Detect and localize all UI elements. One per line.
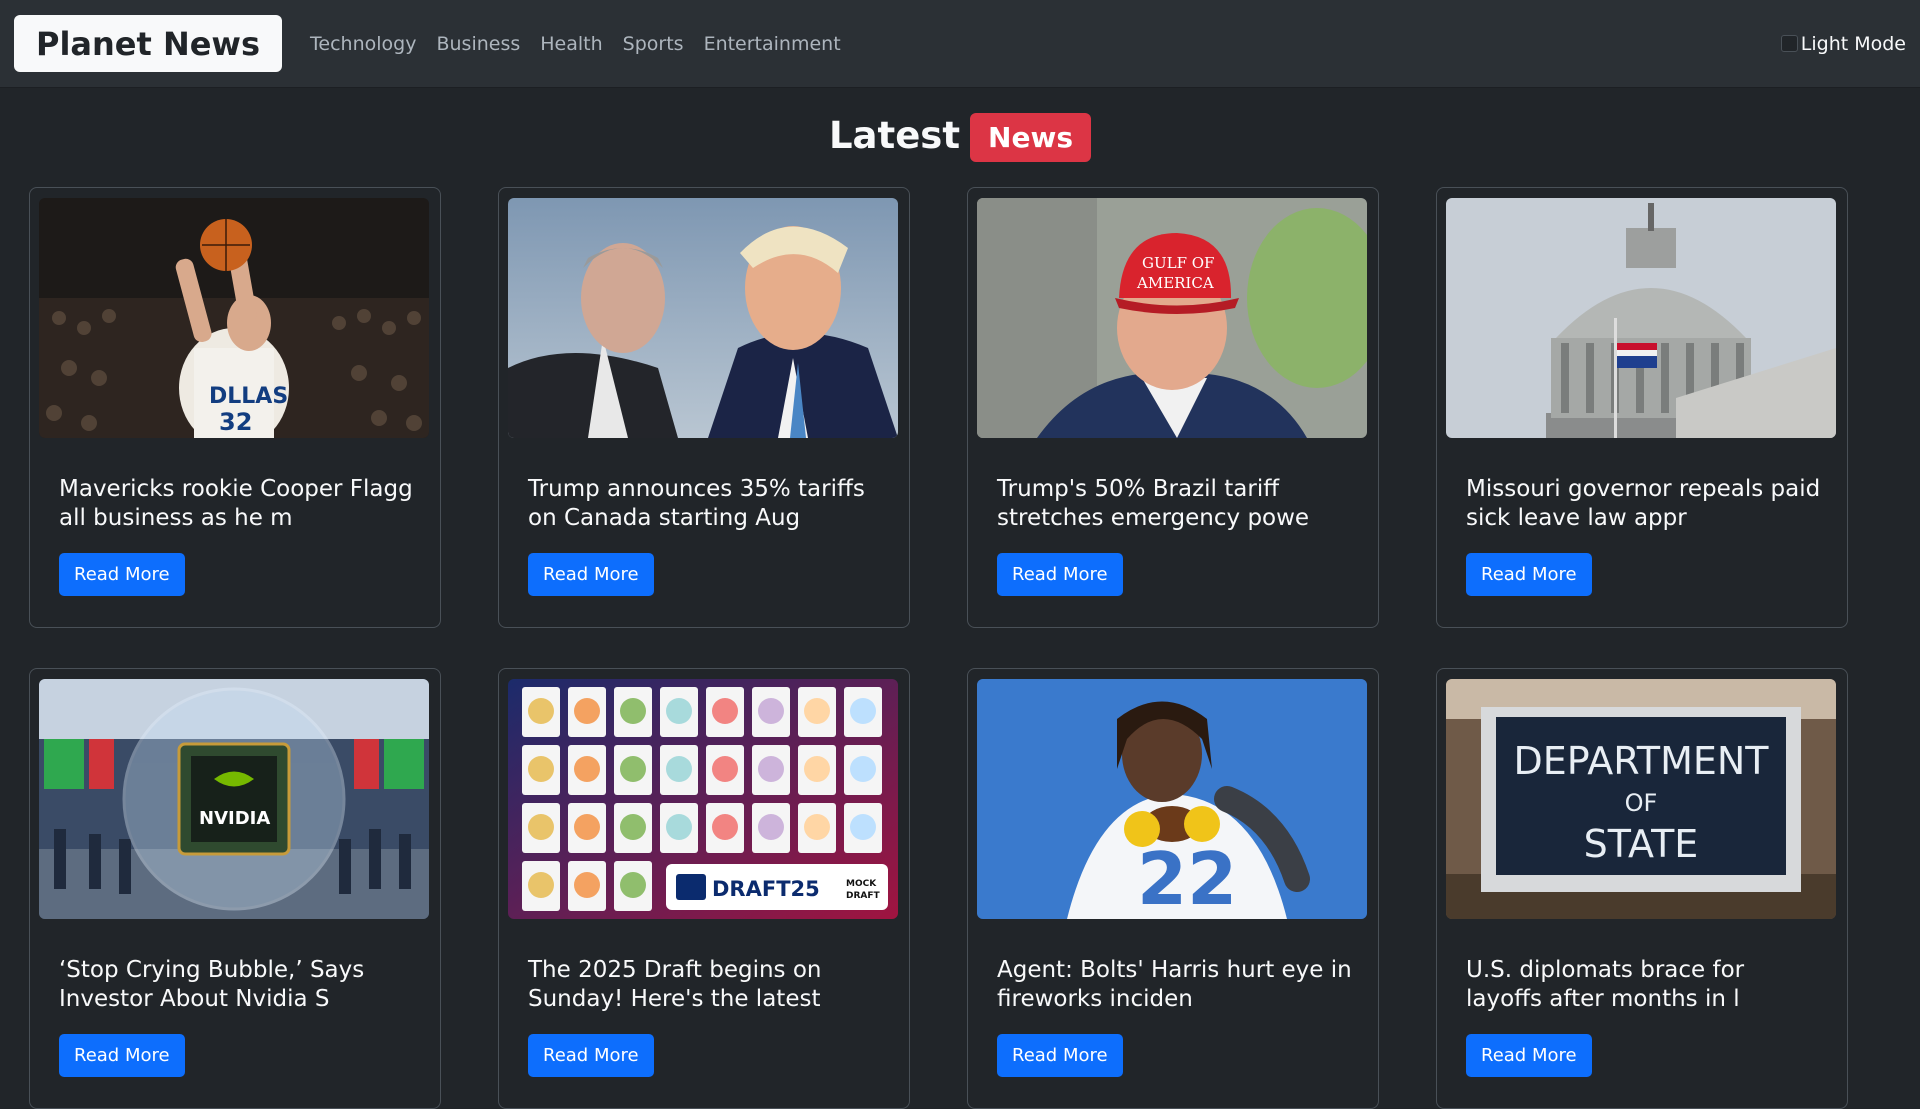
card-title[interactable]: Mavericks rookie Cooper Flagg all busine…	[59, 475, 419, 533]
draft-player-face	[574, 814, 600, 840]
card-title[interactable]: U.S. diplomats brace for layoffs after m…	[1466, 956, 1826, 1014]
heading-badge: News	[970, 112, 1091, 162]
sign-line-1: DEPARTMENT	[1513, 739, 1769, 783]
read-more-button[interactable]: Read More	[1466, 553, 1592, 596]
draft-player-face	[712, 756, 738, 782]
svg-text:GULF OF: GULF OF	[1142, 254, 1214, 272]
svg-text:DRAFT: DRAFT	[846, 891, 881, 901]
news-card: GULF OF AMERICA Trump's 50% Brazil tarif…	[967, 187, 1379, 628]
news-card: DEPARTMENT OF STATE U.S. diplomats brace…	[1436, 668, 1848, 1109]
draft-player-face	[574, 698, 600, 724]
draft-player-face	[804, 756, 830, 782]
page-heading: Latest News	[0, 110, 1920, 162]
news-card: 22 Agent: Bolts' Harris hurt eye in fire…	[967, 668, 1379, 1109]
news-card: DRAFT25 MOCK DRAFT The 2025 Draft begins…	[498, 668, 910, 1109]
nav-link-technology[interactable]: Technology	[300, 33, 426, 55]
nvidia-logo-text: NVIDIA	[199, 808, 270, 829]
read-more-button[interactable]: Read More	[528, 1034, 654, 1077]
navbar: Planet News Technology Business Health S…	[0, 0, 1920, 88]
draft-player-face	[758, 756, 784, 782]
news-card: Missouri governor repeals paid sick leav…	[1436, 187, 1848, 628]
draft-player-face	[574, 872, 600, 898]
light-mode-toggle[interactable]: Light Mode	[1780, 32, 1906, 55]
draft-player-face	[666, 756, 692, 782]
draft-player-face	[666, 698, 692, 724]
department-of-state-sign-photo[interactable]: DEPARTMENT OF STATE	[1446, 679, 1836, 919]
nav-link-business[interactable]: Business	[426, 33, 530, 55]
draft-player-face	[804, 698, 830, 724]
nvidia-chip-bubble-photo[interactable]: NVIDIA	[39, 679, 429, 919]
nav-link-entertainment[interactable]: Entertainment	[694, 33, 851, 55]
read-more-button[interactable]: Read More	[528, 553, 654, 596]
read-more-button[interactable]: Read More	[59, 1034, 185, 1077]
draft-player-face	[528, 698, 554, 724]
draft-player-face	[528, 872, 554, 898]
read-more-button[interactable]: Read More	[997, 553, 1123, 596]
nav-link-sports[interactable]: Sports	[613, 33, 694, 55]
draft-logo-text: DRAFT25	[712, 877, 820, 901]
basketball-player-photo[interactable]: DLLAS 32	[39, 198, 429, 438]
capitol-dome-photo[interactable]	[1446, 198, 1836, 438]
sign-line-2: OF	[1625, 789, 1658, 817]
svg-text:AMERICA: AMERICA	[1136, 274, 1214, 292]
card-title[interactable]: ‘Stop Crying Bubble,’ Says Investor Abou…	[59, 956, 419, 1014]
mock-draft-grid-photo[interactable]: DRAFT25 MOCK DRAFT	[508, 679, 898, 919]
draft-player-face	[666, 814, 692, 840]
read-more-button[interactable]: Read More	[1466, 1034, 1592, 1077]
nav-link-health[interactable]: Health	[530, 33, 612, 55]
card-title[interactable]: Agent: Bolts' Harris hurt eye in firewor…	[997, 956, 1357, 1014]
news-card: NVIDIA ‘Stop Crying Bubble,’ Says Invest…	[29, 668, 441, 1109]
jersey-number-text: 22	[1137, 837, 1237, 919]
draft-player-face	[758, 698, 784, 724]
draft-player-face	[620, 814, 646, 840]
draft-player-face	[620, 872, 646, 898]
light-mode-checkbox[interactable]	[1780, 35, 1798, 52]
card-title[interactable]: Trump announces 35% tariffs on Canada st…	[528, 475, 888, 533]
brand-logo[interactable]: Planet News	[14, 15, 283, 72]
heading-title: Latest	[828, 113, 961, 157]
svg-text:MOCK: MOCK	[846, 879, 877, 889]
draft-player-face	[850, 698, 876, 724]
news-grid: DLLAS 32 Mavericks rookie Cooper Flagg a…	[29, 187, 1848, 1109]
draft-player-face	[712, 698, 738, 724]
football-player-photo[interactable]: 22	[977, 679, 1367, 919]
two-men-talking-photo[interactable]	[508, 198, 898, 438]
news-card: DLLAS 32 Mavericks rookie Cooper Flagg a…	[29, 187, 441, 628]
draft-player-face	[850, 756, 876, 782]
news-card: Trump announces 35% tariffs on Canada st…	[498, 187, 910, 628]
svg-text:32: 32	[219, 408, 252, 436]
read-more-button[interactable]: Read More	[997, 1034, 1123, 1077]
draft-player-face	[850, 814, 876, 840]
draft-player-face	[712, 814, 738, 840]
card-title[interactable]: Missouri governor repeals paid sick leav…	[1466, 475, 1826, 533]
draft-player-face	[804, 814, 830, 840]
light-mode-label: Light Mode	[1800, 32, 1906, 55]
draft-player-face	[620, 756, 646, 782]
sign-line-3: STATE	[1584, 822, 1699, 866]
draft-player-face	[528, 814, 554, 840]
read-more-button[interactable]: Read More	[59, 553, 185, 596]
draft-player-face	[528, 756, 554, 782]
card-title[interactable]: Trump's 50% Brazil tariff stretches emer…	[997, 475, 1357, 533]
man-in-red-cap-photo[interactable]: GULF OF AMERICA	[977, 198, 1367, 438]
nav-links: Technology Business Health Sports Entert…	[300, 33, 851, 55]
draft-player-face	[758, 814, 784, 840]
draft-player-face	[574, 756, 600, 782]
draft-player-face	[620, 698, 646, 724]
card-title[interactable]: The 2025 Draft begins on Sunday! Here's …	[528, 956, 888, 1014]
svg-text:DLLAS: DLLAS	[209, 384, 288, 409]
